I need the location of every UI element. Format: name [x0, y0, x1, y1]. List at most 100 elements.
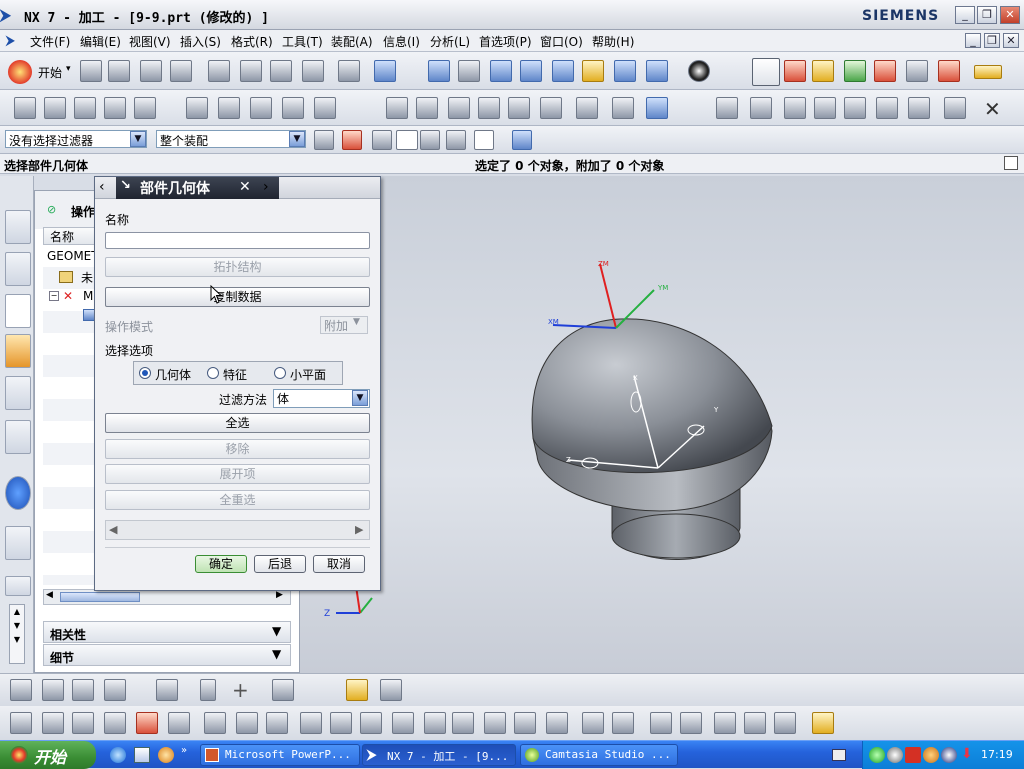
radio-feature[interactable] — [207, 367, 219, 379]
chevron-down-icon[interactable]: ▼ — [353, 317, 360, 327]
dialog-forward-icon[interactable]: › — [263, 179, 269, 195]
back-button[interactable]: 后退 — [254, 555, 306, 573]
create-method-icon[interactable] — [104, 97, 126, 119]
constraint-nav-tab[interactable] — [5, 252, 31, 286]
select-faces-icon[interactable] — [396, 130, 418, 150]
operation-nav-tab[interactable] — [5, 294, 31, 328]
feature-17-icon[interactable] — [514, 712, 536, 734]
task-camtasia[interactable]: Camtasia Studio ... — [520, 744, 678, 766]
undo-icon[interactable] — [338, 60, 360, 82]
menu-edit[interactable]: 编辑(E) — [80, 33, 121, 50]
menu-tools[interactable]: 工具(T) — [282, 33, 323, 50]
tree-item-unused[interactable]: 未 — [81, 269, 93, 286]
layer-icon[interactable] — [844, 97, 866, 119]
feature-10-icon[interactable] — [300, 712, 322, 734]
tray-blue-icon[interactable] — [941, 747, 957, 763]
open-file-icon[interactable] — [108, 60, 130, 82]
print-icon[interactable] — [170, 60, 192, 82]
feature-13-icon[interactable] — [392, 712, 414, 734]
start-menu-button[interactable]: 开始 — [38, 64, 62, 81]
feature-24-icon[interactable] — [744, 712, 766, 734]
cut-object-icon[interactable] — [218, 97, 240, 119]
delete-object-icon[interactable] — [314, 97, 336, 119]
generate-path-icon[interactable] — [844, 60, 866, 82]
paste-object-icon[interactable] — [282, 97, 304, 119]
move-icon[interactable] — [908, 97, 930, 119]
curve-tool-icon[interactable] — [10, 679, 32, 701]
post-process-icon[interactable] — [938, 60, 960, 82]
roles-tab[interactable] — [5, 420, 31, 454]
menu-window[interactable]: 窗口(O) — [540, 33, 583, 50]
solid-body-icon[interactable] — [512, 130, 532, 150]
feature-8-icon[interactable] — [236, 712, 258, 734]
undo-select-icon[interactable] — [372, 130, 392, 150]
task-nx[interactable]: ⮞ NX 7 - 加工 - [9... — [362, 744, 516, 766]
info-icon[interactable] — [5, 476, 31, 510]
block-icon[interactable] — [380, 679, 402, 701]
close-button[interactable]: ✕ — [1000, 6, 1020, 24]
tree-root[interactable]: GEOMET — [47, 249, 99, 263]
create-program-icon[interactable] — [14, 97, 36, 119]
orient-view-icon[interactable] — [646, 60, 668, 82]
new-file-icon[interactable] — [80, 60, 102, 82]
chevron-down-icon[interactable]: ▼ — [130, 131, 146, 147]
rectangle-select-icon[interactable] — [474, 130, 494, 150]
system-palette-tab[interactable] — [5, 576, 31, 596]
create-tool-icon[interactable] — [44, 97, 66, 119]
chevron-down-icon[interactable]: ▼ — [272, 624, 281, 638]
command-finder-icon[interactable] — [374, 60, 396, 82]
expand-items-button[interactable]: 展开项 — [105, 464, 370, 484]
app-menu-icon[interactable]: ⮞ — [6, 33, 22, 49]
feature-25-icon[interactable] — [774, 712, 796, 734]
filter-method-select[interactable]: 体 ▼ — [273, 389, 370, 408]
feature-6-icon[interactable] — [168, 712, 190, 734]
fit-view-icon[interactable] — [428, 60, 450, 82]
assembly-nav-tab[interactable] — [5, 210, 31, 244]
feature-18-icon[interactable] — [546, 712, 568, 734]
feature-12-icon[interactable] — [360, 712, 382, 734]
edit-object-icon[interactable] — [186, 97, 208, 119]
feature-11-icon[interactable] — [330, 712, 352, 734]
resource-scroll[interactable]: ▲ ▼ ▼ — [9, 604, 25, 664]
general-select-icon[interactable] — [314, 130, 334, 150]
feature-3-icon[interactable] — [72, 712, 94, 734]
measure-icon[interactable] — [974, 65, 1002, 79]
scroll-right-icon[interactable]: ▶ — [276, 590, 283, 600]
tool-path-icon[interactable] — [812, 60, 834, 82]
create-operation-icon[interactable] — [134, 97, 156, 119]
pan-icon[interactable] — [582, 60, 604, 82]
zoom-in-icon[interactable] — [520, 60, 542, 82]
copy-data-button[interactable]: 复制数据 — [105, 287, 370, 307]
chart-icon[interactable] — [646, 97, 668, 119]
radio-facet[interactable] — [274, 367, 286, 379]
reselect-all-button[interactable]: 全重选 — [105, 490, 370, 510]
feature-15-icon[interactable] — [452, 712, 474, 734]
selection-filter-select[interactable]: 没有选择过滤器 — [5, 130, 147, 148]
cancel-button[interactable]: 取消 — [313, 555, 365, 573]
section-details[interactable]: 细节 ▼ — [43, 644, 291, 666]
menu-help[interactable]: 帮助(H) — [592, 33, 634, 50]
dialog-close-icon[interactable]: ✕ — [239, 179, 251, 195]
feature-1-icon[interactable] — [10, 712, 32, 734]
show-icon[interactable] — [784, 97, 806, 119]
delete-icon[interactable] — [302, 60, 324, 82]
cue-expand-icon[interactable] — [1004, 156, 1018, 170]
tray-orange-icon[interactable] — [923, 747, 939, 763]
point-icon[interactable]: + — [232, 678, 249, 702]
ie-icon[interactable] — [110, 747, 126, 763]
menu-insert[interactable]: 插入(S) — [180, 33, 221, 50]
feed-icon[interactable] — [386, 97, 408, 119]
media-icon[interactable] — [158, 747, 174, 763]
keyboard-icon[interactable] — [832, 749, 846, 761]
chevron-down-icon[interactable]: ▼ — [289, 131, 305, 147]
part-nav-icon[interactable] — [716, 97, 738, 119]
name-input[interactable] — [105, 232, 370, 249]
tray-red-icon[interactable] — [905, 747, 921, 763]
radio-geometry[interactable] — [139, 367, 151, 379]
feature-2-icon[interactable] — [42, 712, 64, 734]
clear-icon[interactable]: ✕ — [984, 97, 1001, 121]
save-icon[interactable] — [140, 60, 162, 82]
feature-20-icon[interactable] — [612, 712, 634, 734]
chevron-down-icon[interactable]: ▼ — [352, 390, 368, 406]
ops-list-icon[interactable] — [612, 97, 634, 119]
